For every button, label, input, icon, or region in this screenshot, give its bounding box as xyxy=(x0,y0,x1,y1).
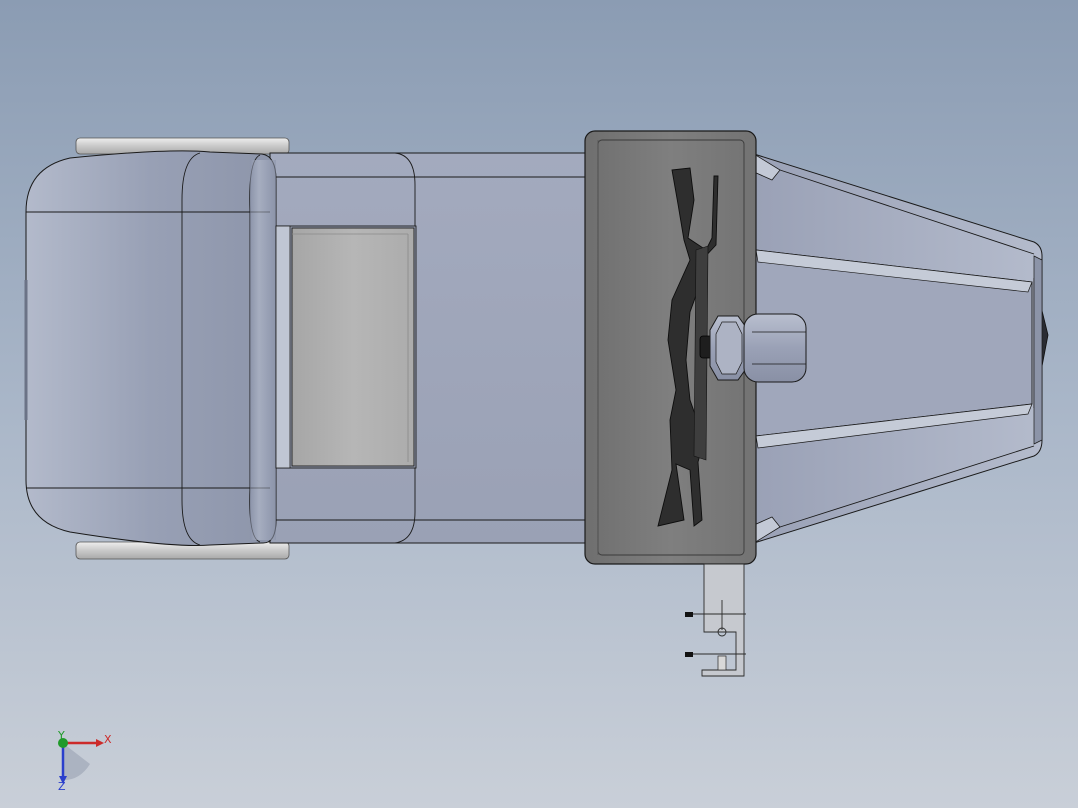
model-view[interactable] xyxy=(0,0,1078,808)
mounting-bracket[interactable] xyxy=(685,563,746,677)
inspection-panel[interactable] xyxy=(275,225,417,469)
orientation-triad: X Y Z xyxy=(57,729,112,793)
triad-plane xyxy=(64,744,90,780)
z-axis-label: Z xyxy=(58,780,66,793)
end-cap[interactable] xyxy=(24,150,277,546)
x-axis-label: X xyxy=(104,733,112,746)
drive-shaft[interactable] xyxy=(699,313,807,383)
x-axis-head xyxy=(96,739,104,747)
graphics-viewport[interactable]: X Y Z xyxy=(0,0,1078,808)
y-axis-label: Y xyxy=(57,729,65,742)
